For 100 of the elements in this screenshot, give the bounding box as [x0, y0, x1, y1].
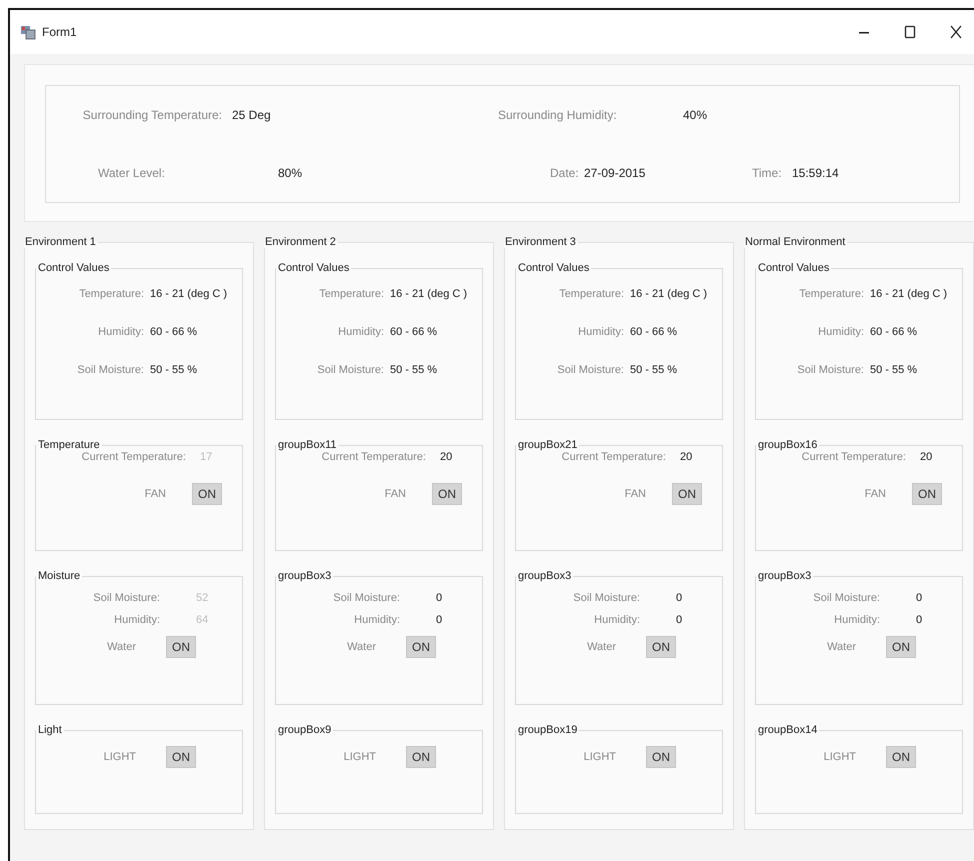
field-label: Soil Moisture: [76, 364, 145, 376]
group-title: groupBox21 [517, 439, 578, 451]
group-title: Environment 3 [504, 236, 577, 248]
field-label: Water Level: [98, 166, 166, 180]
maximize-icon [904, 25, 916, 39]
field-label: Humidity: [337, 326, 385, 338]
field-value: 25 Deg [232, 108, 272, 122]
field-label: Temperature: [78, 288, 145, 300]
group-title: groupBox11 [277, 439, 338, 451]
group-title: Environment 2 [264, 236, 337, 248]
field-value: 20 [919, 451, 934, 463]
toggle-button[interactable]: ON [406, 636, 436, 658]
field-label: Soil Moisture: [812, 592, 881, 604]
field-label: Current Temperature: [800, 451, 907, 463]
field-label: Humidity: [833, 614, 881, 626]
field-label: Humidity: [97, 326, 145, 338]
field-value: 27-09-2015 [584, 166, 646, 180]
field-label: Current Temperature: [320, 451, 427, 463]
field-label: Surrounding Humidity: [498, 108, 618, 122]
toggle-button[interactable]: ON [912, 483, 942, 505]
field-label: FAN [384, 488, 407, 500]
app-icon [20, 24, 36, 40]
field-value: 0 [675, 614, 684, 626]
toggle-button[interactable]: ON [886, 636, 916, 658]
group-title: Control Values [277, 262, 350, 274]
field-label: Humidity: [817, 326, 865, 338]
close-icon [950, 25, 962, 39]
field-label: Temperature: [798, 288, 865, 300]
field-label: Soil Moisture: [332, 592, 401, 604]
toggle-button[interactable]: ON [646, 746, 676, 768]
field-label: FAN [144, 488, 167, 500]
field-label: LIGHT [582, 751, 617, 763]
field-value: 0 [915, 614, 924, 626]
field-label: Soil Moisture: [316, 364, 385, 376]
field-value: 50 - 55 % [390, 364, 438, 376]
field-value: 15:59:14 [792, 166, 840, 180]
field-label: Humidity: [113, 614, 161, 626]
field-label: Soil Moisture: [572, 592, 641, 604]
group-title: groupBox9 [277, 724, 332, 736]
toggle-button[interactable]: ON [166, 746, 196, 768]
field-label: Water [586, 641, 617, 653]
field-label: Temperature: [318, 288, 385, 300]
field-label: LIGHT [102, 751, 137, 763]
field-value: 0 [435, 592, 444, 604]
field-value: 16 - 21 (deg C ) [390, 288, 468, 300]
field-label: Humidity: [353, 614, 401, 626]
field-label: Time: [752, 166, 783, 180]
field-value: 60 - 66 % [150, 326, 198, 338]
field-label: Soil Moisture: [796, 364, 865, 376]
field-label: Soil Moisture: [92, 592, 161, 604]
group-title: Environment 1 [24, 236, 97, 248]
field-value: 50 - 55 % [870, 364, 918, 376]
field-value: 20 [679, 451, 694, 463]
group-title: groupBox3 [517, 570, 572, 582]
group-title: Temperature [37, 439, 101, 451]
field-label: Current Temperature: [80, 451, 187, 463]
toggle-button[interactable]: ON [646, 636, 676, 658]
field-label: Date: [550, 166, 580, 180]
window-title: Form1 [42, 25, 77, 39]
field-value: 0 [915, 592, 924, 604]
group-title: groupBox16 [757, 439, 818, 451]
group-title: groupBox14 [757, 724, 818, 736]
field-value: 40% [683, 108, 708, 122]
group-title: groupBox3 [277, 570, 332, 582]
field-value: 16 - 21 (deg C ) [870, 288, 948, 300]
field-value: 64 [195, 614, 210, 626]
field-value: 20 [439, 451, 454, 463]
group-title: Light [37, 724, 63, 736]
field-label: Humidity: [577, 326, 625, 338]
field-value: 50 - 55 % [150, 364, 198, 376]
field-value: 80% [278, 166, 304, 180]
field-label: Water [826, 641, 857, 653]
group-title: Control Values [517, 262, 590, 274]
field-value: 0 [435, 614, 444, 626]
field-value: 60 - 66 % [630, 326, 678, 338]
group-title: Moisture [37, 570, 82, 582]
field-value: 50 - 55 % [630, 364, 678, 376]
toggle-button[interactable]: ON [406, 746, 436, 768]
field-label: FAN [624, 488, 647, 500]
field-label: Water [346, 641, 377, 653]
field-value: 52 [195, 592, 210, 604]
group-title: groupBox19 [517, 724, 578, 736]
field-label: Soil Moisture: [556, 364, 625, 376]
field-label: Current Temperature: [560, 451, 667, 463]
field-value: 60 - 66 % [390, 326, 438, 338]
toggle-button[interactable]: ON [672, 483, 702, 505]
field-label: Surrounding Temperature: [82, 108, 223, 122]
toggle-button[interactable]: ON [886, 746, 916, 768]
field-label: LIGHT [822, 751, 857, 763]
field-label: Humidity: [593, 614, 641, 626]
field-label: LIGHT [342, 751, 377, 763]
group-title: Control Values [37, 262, 110, 274]
field-label: Temperature: [558, 288, 625, 300]
field-value: 16 - 21 (deg C ) [150, 288, 228, 300]
toggle-button[interactable]: ON [432, 483, 462, 505]
field-label: FAN [864, 488, 887, 500]
field-value: 16 - 21 (deg C ) [630, 288, 708, 300]
group-title: Normal Environment [744, 236, 846, 248]
field-label: Water [106, 641, 137, 653]
group-title: Control Values [757, 262, 830, 274]
